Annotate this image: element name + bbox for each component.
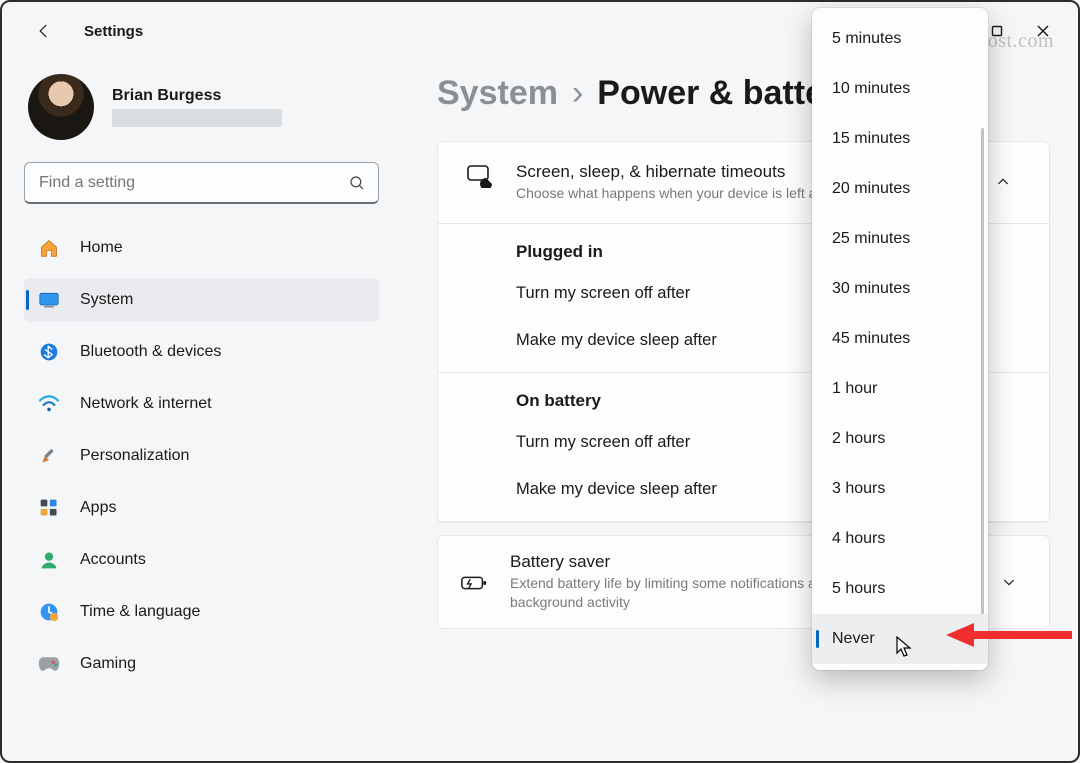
chevron-up-icon[interactable] (985, 174, 1021, 190)
sidebar: Brian Burgess Home System (2, 60, 397, 761)
close-button[interactable] (1020, 13, 1066, 49)
dropdown-option[interactable]: 15 minutes (812, 114, 988, 164)
dropdown-option[interactable]: 5 hours (812, 564, 988, 614)
dropdown-option[interactable]: 30 minutes (812, 264, 988, 314)
personalization-icon (38, 445, 60, 467)
sidebar-item-apps[interactable]: Apps (24, 486, 379, 530)
account-block[interactable]: Brian Burgess (28, 74, 379, 140)
dropdown-option[interactable]: 25 minutes (812, 214, 988, 264)
sidebar-item-gaming[interactable]: Gaming (24, 642, 379, 686)
sidebar-item-label: Apps (80, 499, 116, 517)
sidebar-item-label: Time & language (80, 603, 200, 621)
screen-sleep-icon (466, 162, 496, 188)
dropdown-option[interactable]: 45 minutes (812, 314, 988, 364)
apps-icon (38, 497, 60, 519)
system-icon (38, 289, 60, 311)
home-icon (38, 237, 60, 259)
chevron-down-icon[interactable] (991, 574, 1027, 590)
sidebar-item-label: System (80, 291, 133, 309)
sidebar-item-label: Home (80, 239, 123, 257)
breadcrumb-parent[interactable]: System (437, 74, 558, 113)
dropdown-option[interactable]: 5 minutes (812, 14, 988, 64)
dropdown-option[interactable]: 3 hours (812, 464, 988, 514)
search-icon (348, 174, 366, 192)
dropdown-option[interactable]: 2 hours (812, 414, 988, 464)
app-title: Settings (84, 23, 143, 40)
chevron-right-icon: › (572, 74, 583, 113)
dropdown-option[interactable]: 20 minutes (812, 164, 988, 214)
search-input[interactable] (39, 174, 348, 192)
accounts-icon (38, 549, 60, 571)
battery-saver-subtitle: Extend battery life by limiting some not… (510, 574, 835, 612)
bluetooth-icon (38, 341, 60, 363)
sidebar-item-accounts[interactable]: Accounts (24, 538, 379, 582)
dropdown-option[interactable]: 4 hours (812, 514, 988, 564)
settings-window: Settings groovyPost.com Brian Burgess (0, 0, 1080, 763)
sidebar-item-label: Personalization (80, 447, 189, 465)
battery-saver-icon (460, 571, 490, 593)
account-email-redacted (112, 109, 282, 127)
dropdown-option[interactable]: 1 hour (812, 364, 988, 414)
gaming-icon (38, 653, 60, 675)
dropdown-option-never[interactable]: Never (812, 614, 988, 664)
sidebar-item-label: Network & internet (80, 395, 212, 413)
sidebar-item-label: Accounts (80, 551, 146, 569)
sidebar-item-bluetooth[interactable]: Bluetooth & devices (24, 330, 379, 374)
sidebar-item-label: Gaming (80, 655, 136, 673)
battery-saver-title: Battery saver (510, 552, 835, 572)
timeout-dropdown[interactable]: 5 minutes 10 minutes 15 minutes 20 minut… (812, 8, 988, 670)
sidebar-item-time[interactable]: Time & language (24, 590, 379, 634)
wifi-icon (38, 393, 60, 415)
sidebar-item-personalization[interactable]: Personalization (24, 434, 379, 478)
time-icon (38, 601, 60, 623)
sidebar-item-home[interactable]: Home (24, 226, 379, 270)
account-name: Brian Burgess (112, 87, 282, 105)
dropdown-option[interactable]: 10 minutes (812, 64, 988, 114)
search-field[interactable] (24, 162, 379, 204)
sidebar-item-network[interactable]: Network & internet (24, 382, 379, 426)
sidebar-item-label: Bluetooth & devices (80, 343, 221, 361)
nav-list: Home System Bluetooth & devices Network … (24, 226, 379, 686)
back-button[interactable] (26, 13, 62, 49)
sidebar-item-system[interactable]: System (24, 278, 379, 322)
avatar (28, 74, 94, 140)
